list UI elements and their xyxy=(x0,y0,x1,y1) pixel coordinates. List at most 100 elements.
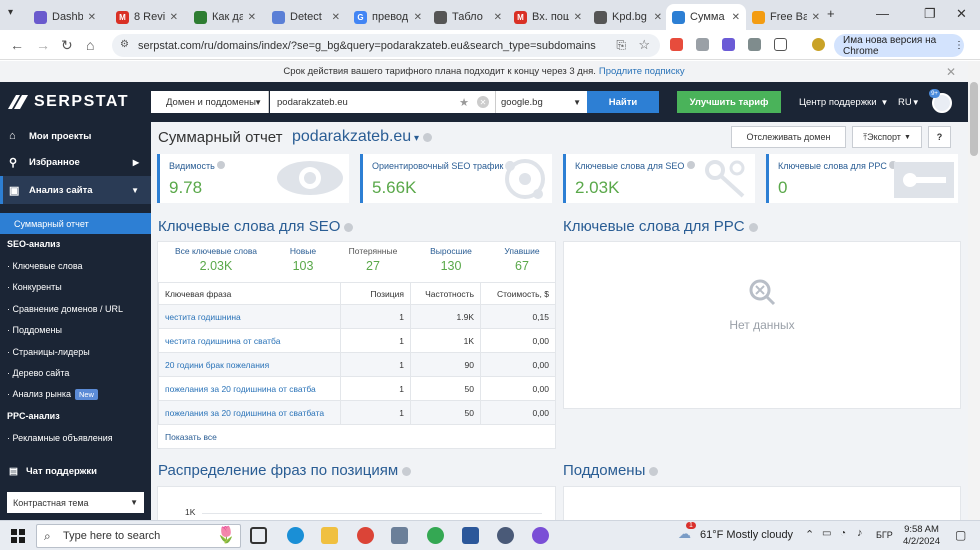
stat-all-keywords[interactable]: Все ключевые слова 2.03K xyxy=(171,246,261,273)
extension-icon[interactable] xyxy=(670,38,683,51)
chrome-update-button[interactable]: Има нова версия на Chrome ⋮ xyxy=(834,34,964,57)
browser-tab[interactable]: Gпревод ✕ xyxy=(348,4,428,30)
keyword-link[interactable]: честита годишнина xyxy=(158,304,341,329)
close-icon[interactable]: ✕ xyxy=(170,12,178,23)
minimize-button[interactable]: — xyxy=(876,6,889,21)
column-header-volume[interactable]: Частотность xyxy=(410,282,481,305)
clock[interactable]: 9:58 AM 4/2/2024 xyxy=(903,524,940,548)
extension-icon[interactable] xyxy=(722,38,735,51)
browser-tab[interactable]: Dashbo✕ xyxy=(28,4,102,30)
word-icon[interactable] xyxy=(462,527,479,544)
notification-badge[interactable]: 9+ xyxy=(929,89,940,98)
app-icon[interactable] xyxy=(497,527,514,544)
sidebar-item-market-analysis[interactable]: · Анализ рынка New xyxy=(7,389,98,400)
sidebar-item-top-pages[interactable]: · Страницы-лидеры xyxy=(7,347,90,357)
kpi-card-seo-keywords[interactable]: Ключевые слова для SEO 2.03K xyxy=(563,154,755,203)
star-icon[interactable]: ★ xyxy=(459,96,469,109)
extension-icon[interactable] xyxy=(748,38,761,51)
sidebar-item-site-analysis[interactable]: ▣ Анализ сайта ▼ xyxy=(0,176,151,204)
close-icon[interactable]: ✕ xyxy=(494,12,502,23)
column-header-cost[interactable]: Стоимость, $ xyxy=(480,282,556,305)
browser-tab[interactable]: Табло ✕ xyxy=(428,4,508,30)
sidebar-item-summary[interactable]: Суммарный отчет xyxy=(0,213,151,234)
close-icon[interactable]: ✕ xyxy=(248,12,256,23)
keyword-link[interactable]: пожелания за 20 годишнина от сватба xyxy=(158,376,341,401)
column-header-position[interactable]: Позиция xyxy=(340,282,411,305)
stat-lost[interactable]: Потерянные 27 xyxy=(328,246,418,273)
wifi-icon[interactable]: ◔ xyxy=(840,528,846,539)
new-tab-button[interactable]: + xyxy=(827,6,835,21)
browser-tab[interactable]: M8 Revis✕ xyxy=(110,4,184,30)
browser-tab[interactable]: Kpd.bg ✕ xyxy=(588,4,668,30)
sidebar-item-domain-compare[interactable]: · Сравнение доменов / URL xyxy=(7,304,123,314)
renew-subscription-link[interactable]: Продлите подписку xyxy=(599,66,685,77)
network-icon[interactable]: ▭ xyxy=(822,528,831,539)
help-button[interactable]: ? xyxy=(928,126,951,148)
notepad-icon[interactable] xyxy=(391,527,408,544)
volume-icon[interactable]: ♪ xyxy=(857,527,863,539)
support-chat-button[interactable]: ▤ Чат поддержки xyxy=(0,458,151,484)
taskbar-search-input[interactable]: ⌕ Type here to search 🌷 xyxy=(36,524,241,548)
support-center-dropdown[interactable]: Центр поддержки ▼ xyxy=(799,91,888,113)
sidebar-item-ads[interactable]: · Рекламные объявления xyxy=(7,433,113,443)
close-icon[interactable]: ✕ xyxy=(414,12,422,23)
show-all-link[interactable]: Показать все xyxy=(165,432,217,442)
puzzle-icon[interactable] xyxy=(774,38,787,51)
column-header-keyword[interactable]: Ключевая фраза xyxy=(158,282,341,305)
close-icon[interactable]: ✕ xyxy=(574,12,582,23)
sidebar-item-favorites[interactable]: ⚲ Избранное ▶ xyxy=(0,148,151,176)
chrome-icon[interactable] xyxy=(357,527,374,544)
home-icon[interactable]: ⌂ xyxy=(86,37,94,53)
language-dropdown[interactable]: RU ▼ xyxy=(898,91,920,113)
kpi-card-seo-traffic[interactable]: Ориентировочный SEO трафик 5.66K xyxy=(360,154,552,203)
browser-tab[interactable]: M Вх. пощ ✕ xyxy=(508,4,588,30)
sidebar-item-site-tree[interactable]: · Дерево сайта xyxy=(7,368,69,378)
info-icon[interactable] xyxy=(686,161,695,169)
maximize-button[interactable]: ❐ xyxy=(924,6,936,22)
info-icon[interactable] xyxy=(748,222,758,232)
extension-icon[interactable] xyxy=(696,38,709,51)
back-icon[interactable]: ← xyxy=(10,37,24,53)
info-icon[interactable] xyxy=(649,466,659,476)
reload-icon[interactable]: ↻ xyxy=(61,37,73,54)
kpi-card-ppc-keywords[interactable]: Ключевые слова для PPC 0 xyxy=(766,154,958,203)
url-input[interactable]: ⚙ serpstat.com/ru/domains/index/?se=g_bg… xyxy=(112,34,660,57)
install-icon[interactable]: ⎘ xyxy=(616,38,626,53)
chrome-icon[interactable] xyxy=(427,527,444,544)
clear-icon[interactable]: ✕ xyxy=(477,96,489,108)
browser-tab[interactable]: Detect ✕ xyxy=(266,4,346,30)
info-icon[interactable] xyxy=(423,132,433,142)
keyword-link[interactable]: 20 години брак пожелания xyxy=(158,352,341,377)
browser-tab[interactable]: Free Ba ✕ xyxy=(746,4,826,30)
sidebar-item-keywords[interactable]: · Ключевые слова xyxy=(7,261,83,271)
forward-icon[interactable]: → xyxy=(36,37,50,53)
weather-widget[interactable]: ☁ 1 61°F Mostly cloudy xyxy=(678,522,793,541)
browser-tab-active[interactable]: Сумма ✕ xyxy=(666,4,746,30)
database-dropdown[interactable]: google.bg ▼ xyxy=(495,91,587,113)
windows-start-icon[interactable] xyxy=(11,529,25,543)
find-button[interactable]: Найти xyxy=(587,91,659,113)
sidebar-item-subdomains[interactable]: · Поддомены xyxy=(7,325,62,335)
theme-dropdown[interactable]: Контрастная тема ▼ xyxy=(7,492,144,513)
site-info-icon[interactable]: ⚙ xyxy=(120,39,129,50)
keyword-link[interactable]: пожелания за 20 годишнина от сватбата xyxy=(158,400,341,425)
browser-tab[interactable]: Как да ✕ xyxy=(188,4,262,30)
close-icon[interactable]: ✕ xyxy=(946,65,956,79)
stat-declined[interactable]: Упавшие 67 xyxy=(477,246,567,273)
bookmark-star-icon[interactable]: ☆ xyxy=(638,37,650,53)
upgrade-plan-button[interactable]: Улучшить тариф xyxy=(677,91,781,113)
window-close-button[interactable]: ✕ xyxy=(956,6,967,22)
input-language[interactable]: БГР xyxy=(876,530,893,540)
close-icon[interactable]: ✕ xyxy=(332,12,340,23)
serpstat-logo[interactable]: SERPSTAT xyxy=(8,93,129,111)
close-icon[interactable]: ✕ xyxy=(88,12,96,23)
search-mode-dropdown[interactable]: Домен и поддомены ▼ xyxy=(151,91,269,113)
file-explorer-icon[interactable] xyxy=(321,527,338,544)
export-button[interactable]: ⤒ Экспорт ▼ xyxy=(852,126,922,148)
close-icon[interactable]: ✕ xyxy=(732,12,740,23)
close-icon[interactable]: ✕ xyxy=(812,12,820,23)
keyword-link[interactable]: честита годишнина от сватба xyxy=(158,328,341,353)
scrollbar-thumb[interactable] xyxy=(970,82,978,156)
notifications-icon[interactable]: ▢ xyxy=(955,528,966,542)
task-view-icon[interactable] xyxy=(250,527,267,544)
